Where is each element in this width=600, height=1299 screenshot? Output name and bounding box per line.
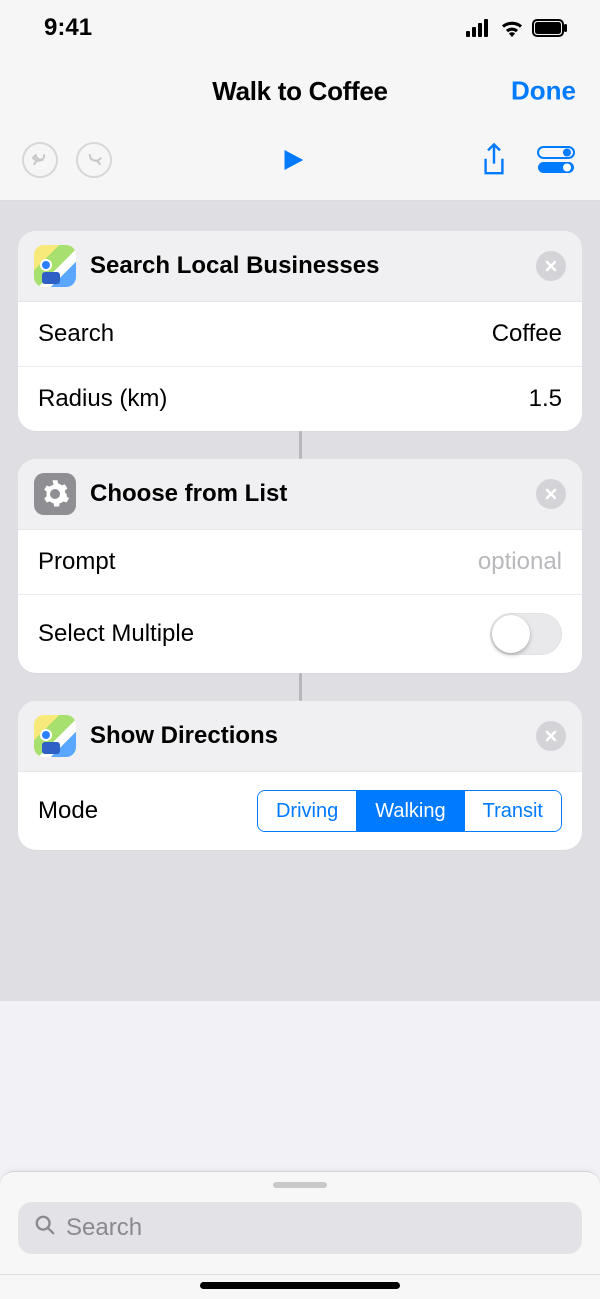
param-row-radius[interactable]: Radius (km) 1.5 <box>18 366 582 431</box>
action-title: Search Local Businesses <box>90 252 522 280</box>
toolbar <box>0 127 600 201</box>
settings-toggle-button[interactable] <box>534 138 578 182</box>
cellular-icon <box>466 19 492 37</box>
param-placeholder: optional <box>478 548 562 576</box>
param-label: Select Multiple <box>38 620 194 648</box>
mode-option-transit[interactable]: Transit <box>464 791 561 831</box>
maps-icon <box>34 245 76 287</box>
action-drawer[interactable]: Search <box>0 1171 600 1299</box>
action-card-search-local-businesses[interactable]: Search Local Businesses Search Coffee Ra… <box>18 231 582 431</box>
page-title: Walk to Coffee <box>212 76 387 107</box>
param-label: Search <box>38 320 114 348</box>
connector <box>18 431 582 459</box>
share-button[interactable] <box>472 138 516 182</box>
battery-icon <box>532 19 568 37</box>
param-row-select-multiple: Select Multiple <box>18 594 582 673</box>
mode-option-walking[interactable]: Walking <box>356 791 463 831</box>
action-header: Choose from List <box>18 459 582 529</box>
status-indicators <box>466 19 568 37</box>
param-label: Mode <box>38 797 98 825</box>
param-row-mode: Mode Driving Walking Transit <box>18 771 582 850</box>
play-button[interactable] <box>270 138 314 182</box>
param-label: Radius (km) <box>38 385 167 413</box>
action-header: Search Local Businesses <box>18 231 582 301</box>
remove-action-button[interactable] <box>536 479 566 509</box>
action-card-choose-from-list[interactable]: Choose from List Prompt optional Select … <box>18 459 582 673</box>
param-row-prompt[interactable]: Prompt optional <box>18 529 582 594</box>
drawer-grabber[interactable] <box>273 1182 327 1188</box>
undo-button[interactable] <box>22 142 58 178</box>
action-card-show-directions[interactable]: Show Directions Mode Driving Walking Tra… <box>18 701 582 850</box>
action-title: Choose from List <box>90 480 522 508</box>
param-value: 1.5 <box>529 385 562 413</box>
drawer-divider <box>0 1274 600 1275</box>
select-multiple-toggle[interactable] <box>490 613 562 655</box>
param-label: Prompt <box>38 548 115 576</box>
action-header: Show Directions <box>18 701 582 771</box>
action-search-field[interactable]: Search <box>18 1202 582 1254</box>
status-time: 9:41 <box>44 14 92 42</box>
action-title: Show Directions <box>90 722 522 750</box>
wifi-icon <box>500 19 524 37</box>
search-placeholder: Search <box>66 1214 142 1242</box>
param-row-search[interactable]: Search Coffee <box>18 301 582 366</box>
status-bar: 9:41 <box>0 0 600 55</box>
home-indicator[interactable] <box>200 1282 400 1289</box>
remove-action-button[interactable] <box>536 721 566 751</box>
mode-segmented-control: Driving Walking Transit <box>257 790 562 832</box>
search-icon <box>34 1214 56 1243</box>
redo-button[interactable] <box>76 142 112 178</box>
gear-icon <box>34 473 76 515</box>
param-value: Coffee <box>492 320 562 348</box>
maps-icon <box>34 715 76 757</box>
connector <box>18 673 582 701</box>
remove-action-button[interactable] <box>536 251 566 281</box>
nav-bar: Walk to Coffee Done <box>0 55 600 127</box>
workflow-canvas: Search Local Businesses Search Coffee Ra… <box>0 201 600 1001</box>
mode-option-driving[interactable]: Driving <box>258 791 356 831</box>
done-button[interactable]: Done <box>511 76 576 107</box>
